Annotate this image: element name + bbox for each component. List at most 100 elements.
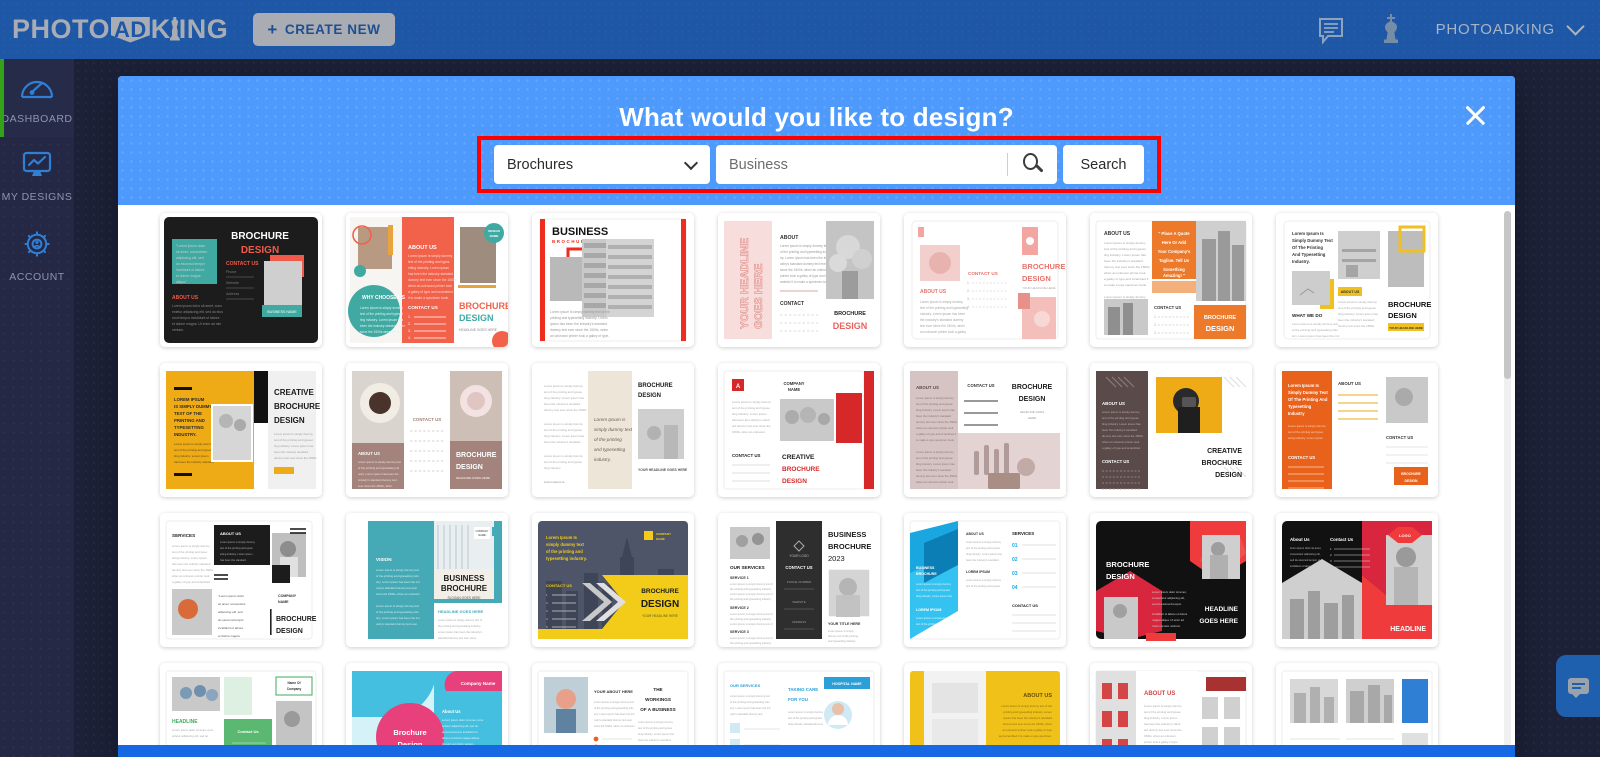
template-card[interactable]: ABOUT US Lorem ipsum is simply dummy tex… <box>904 663 1066 757</box>
svg-text:when an unknown printer took: when an unknown printer took <box>1104 271 1146 275</box>
svg-text:Lorem ipsum is simply dummy: Lorem ipsum is simply dummy <box>916 616 952 620</box>
search-icon[interactable] <box>1022 153 1046 177</box>
svg-text:tting industry. Lorem ipsum ha: tting industry. Lorem ipsum has <box>1102 422 1141 426</box>
results-scrollbar-track[interactable] <box>1504 211 1511 751</box>
svg-text:been the industry's standard: been the industry's standard <box>916 468 951 472</box>
sidebar-item-my-designs[interactable]: MY DESIGNS <box>0 137 74 215</box>
svg-text:ectetur adipiscing elit, sed d: ectetur adipiscing elit, sed do eius <box>172 310 223 314</box>
svg-text:the printing and typesetting i: the printing and typesetting industry. <box>730 617 772 621</box>
template-card[interactable]: A COMPANY NAME Lorem ipsum is simply dum… <box>718 363 880 497</box>
svg-text:etting industry. Lorem ipsum: etting industry. Lorem ipsum <box>220 552 252 556</box>
svg-text:Website: Website <box>226 281 239 285</box>
svg-text:when an unknown printer took: when an unknown printer took <box>172 574 210 578</box>
chat-support-widget[interactable] <box>1556 655 1600 717</box>
svg-text:when an unknown printer took: when an unknown printer took <box>1102 440 1140 444</box>
svg-text:BUSINESS: BUSINESS <box>916 566 935 570</box>
template-card[interactable]: CONTACT US ABOUT US Lorem ipsum is simpl… <box>346 363 508 497</box>
results-scrollbar-thumb[interactable] <box>1504 211 1511 379</box>
template-card[interactable]: ABOUT US Lorem ipsum is simply dummy text… <box>346 213 508 347</box>
template-card[interactable]: OUR SERVICES SERVICE 1 Lorem ipsum is si… <box>718 513 880 647</box>
sidebar-item-dashboard[interactable]: DASHBOARD <box>0 59 74 137</box>
svg-text:ABOUT: ABOUT <box>780 235 799 241</box>
svg-text:Company: Company <box>287 687 302 691</box>
svg-text:OUR SERVICES: OUR SERVICES <box>730 683 760 688</box>
user-account-menu[interactable]: PHOTOADKING <box>1435 17 1585 38</box>
template-card[interactable]: ABOUT US Lorem ipsum is simply dummy text… <box>1090 363 1252 497</box>
template-card[interactable]: BROCHURE DESIGN CONTACT US Phone Website A… <box>160 213 322 347</box>
svg-text:Something: Something <box>1163 267 1185 272</box>
svg-text:incididunt ut labore: incididunt ut labore <box>176 268 205 272</box>
template-card[interactable]: About Us lorem ipsum dolor sit amet, cons… <box>1276 513 1438 647</box>
svg-text:YOUR HEADLINE GOES HERE: YOUR HEADLINE GOES HERE <box>638 468 688 472</box>
svg-text:Lorem ipsum dolor sit amet,: Lorem ipsum dolor sit amet, <box>1152 590 1187 594</box>
template-results-panel[interactable]: BROCHURE DESIGN CONTACT US Phone Website A… <box>118 205 1515 757</box>
svg-text:Lorem ipsum is simply dummy: Lorem ipsum is simply dummy <box>274 432 313 436</box>
svg-text:of the printing and typesettin: of the printing and typesetting indu <box>730 700 770 704</box>
category-select[interactable]: Brochures <box>494 145 710 184</box>
template-card[interactable]: BROCHURE DESIGN Lorem ipsum dolor sit am… <box>1090 513 1252 647</box>
template-card[interactable]: YOUR HEADLINE GOES HERE ABOUT Lorem ipsu… <box>718 213 880 347</box>
template-card[interactable]: HEADLINE Lorem ipsum dolor sit amet, con… <box>160 663 322 757</box>
svg-text:OUR SERVICES: OUR SERVICES <box>730 565 765 570</box>
svg-text:2.: 2. <box>967 289 970 293</box>
template-card[interactable]: Lorem ipsum is simply dummy text of the p… <box>532 363 694 497</box>
svg-text:mod tempor incididunt ut labor: mod tempor incididunt ut labore <box>172 316 220 320</box>
svg-text:to make a type specimen book.: to make a type specimen book. <box>1104 283 1147 287</box>
template-card[interactable]: ABOUT US Lorem ipsum is simply dummy text… <box>1090 663 1252 757</box>
template-card[interactable]: Lorem Ipsum Is simply dummy text of the pr… <box>532 513 694 647</box>
svg-text:HEADLINE: HEADLINE <box>172 719 198 725</box>
template-card[interactable]: YOUR ABOUT HERE Lorem ipsum is simply du… <box>532 663 694 757</box>
search-input[interactable] <box>716 145 1057 184</box>
svg-text:BROCHURE: BROCHURE <box>1022 262 1065 271</box>
template-card[interactable] <box>1276 663 1438 757</box>
svg-text:has been the industry's stand: has been the industry's stand <box>732 418 770 422</box>
svg-text:NAME: NAME <box>788 387 801 392</box>
gear-user-icon <box>21 229 53 264</box>
close-icon[interactable] <box>1461 101 1489 129</box>
template-card[interactable]: BUSINESS BROCHURE Lorem ipsum is simply … <box>532 213 694 347</box>
template-card[interactable]: ABOUT US Lorem ipsum is simply dummy text… <box>904 363 1066 497</box>
template-card[interactable]: OUR SERVICES Lorem ipsum is simply dummy… <box>718 663 880 757</box>
svg-text:ADDRESS: ADDRESS <box>792 620 807 624</box>
svg-text:Lorem ipsum is simply dummy: Lorem ipsum is simply dummy <box>544 384 583 388</box>
template-card[interactable]: SERVICES Lorem ipsum is simply dummy text… <box>160 513 322 647</box>
create-new-button[interactable]: + CREATE NEW <box>253 13 395 46</box>
message-icon[interactable] <box>1316 15 1346 45</box>
svg-text:BROCHURE: BROCHURE <box>638 383 673 389</box>
svg-text:dummy text ever since the 1500: dummy text ever since the 1500s, when <box>550 328 608 332</box>
svg-text:ABOUT US: ABOUT US <box>916 385 939 390</box>
svg-text:And Typesetting: And Typesetting <box>1292 252 1326 257</box>
template-card[interactable]: Lorem Ipsum Is Simply Dummy Text Of The Pr… <box>1276 363 1438 497</box>
template-card[interactable]: Lorem Ipsum Is Simply Dummy Text Of The Pr… <box>1276 213 1438 347</box>
svg-text:a galley of type and scrambled: a galley of type and scrambled <box>408 290 453 294</box>
search-button[interactable]: Search <box>1063 145 1144 184</box>
svg-text:dummy text ever since the 1500: dummy text ever since the 1500s. <box>274 456 317 460</box>
svg-text:text of the printing and types: text of the printing and typese <box>544 428 582 432</box>
sidebar-item-account[interactable]: ACCOUNT <box>0 215 74 295</box>
svg-text:etting industry. Lorem ipsum: etting industry. Lorem ipsum <box>172 556 208 560</box>
svg-text:text of the printing and types: text of the printing and typese <box>544 390 582 394</box>
create-new-label: CREATE NEW <box>284 22 381 37</box>
template-card[interactable]: ABOUT US Lorem ipsum is simply dummy text… <box>904 213 1066 347</box>
svg-text:LOREM IPSUM: LOREM IPSUM <box>174 397 205 402</box>
username-label: PHOTOADKING <box>1435 21 1555 38</box>
svg-text:do eiusmod tempor: do eiusmod tempor <box>218 618 245 622</box>
svg-text:2023: 2023 <box>828 554 845 563</box>
svg-text:04: 04 <box>1012 585 1018 591</box>
svg-text:etting industry. Lorem ipsum: etting industry. Lorem ipsum <box>1288 436 1324 440</box>
template-card[interactable]: LOREM IPSUM IS SIMPLY DUMMY TEXT OF THE PRI… <box>160 363 322 497</box>
chess-king-icon[interactable] <box>1380 13 1402 47</box>
template-card[interactable]: Company Name Brochure Design About Us Lo… <box>346 663 508 757</box>
svg-text:WHY CHOOSE US: WHY CHOOSE US <box>362 295 406 301</box>
template-card[interactable]: BUSINESS BROCHURE Lorem ipsum is simply … <box>904 513 1066 647</box>
template-card[interactable]: ABOUT US Lorem ipsum is simply dummy text… <box>1090 213 1252 347</box>
svg-text:CONTACT: CONTACT <box>780 301 804 307</box>
svg-text:OF A BUSINESS: OF A BUSINESS <box>640 707 675 712</box>
svg-text:BROCHURE: BROCHURE <box>276 616 317 623</box>
svg-text:been the industry standard: been the industry standard <box>274 450 309 454</box>
svg-text:ipsum has been the industry's: ipsum has been the industry's standard <box>1003 716 1052 720</box>
template-card[interactable]: COMPANY NAME VISION Lorem ipsum is simpl… <box>346 513 508 647</box>
svg-text:tting industry. Lorem ipsum ha: tting industry. Lorem ipsum has <box>544 396 585 400</box>
svg-text:sed do eiusmod tempor ut: sed do eiusmod tempor ut <box>1290 558 1320 562</box>
app-logo[interactable]: PHOTO AD K ING <box>12 14 228 45</box>
